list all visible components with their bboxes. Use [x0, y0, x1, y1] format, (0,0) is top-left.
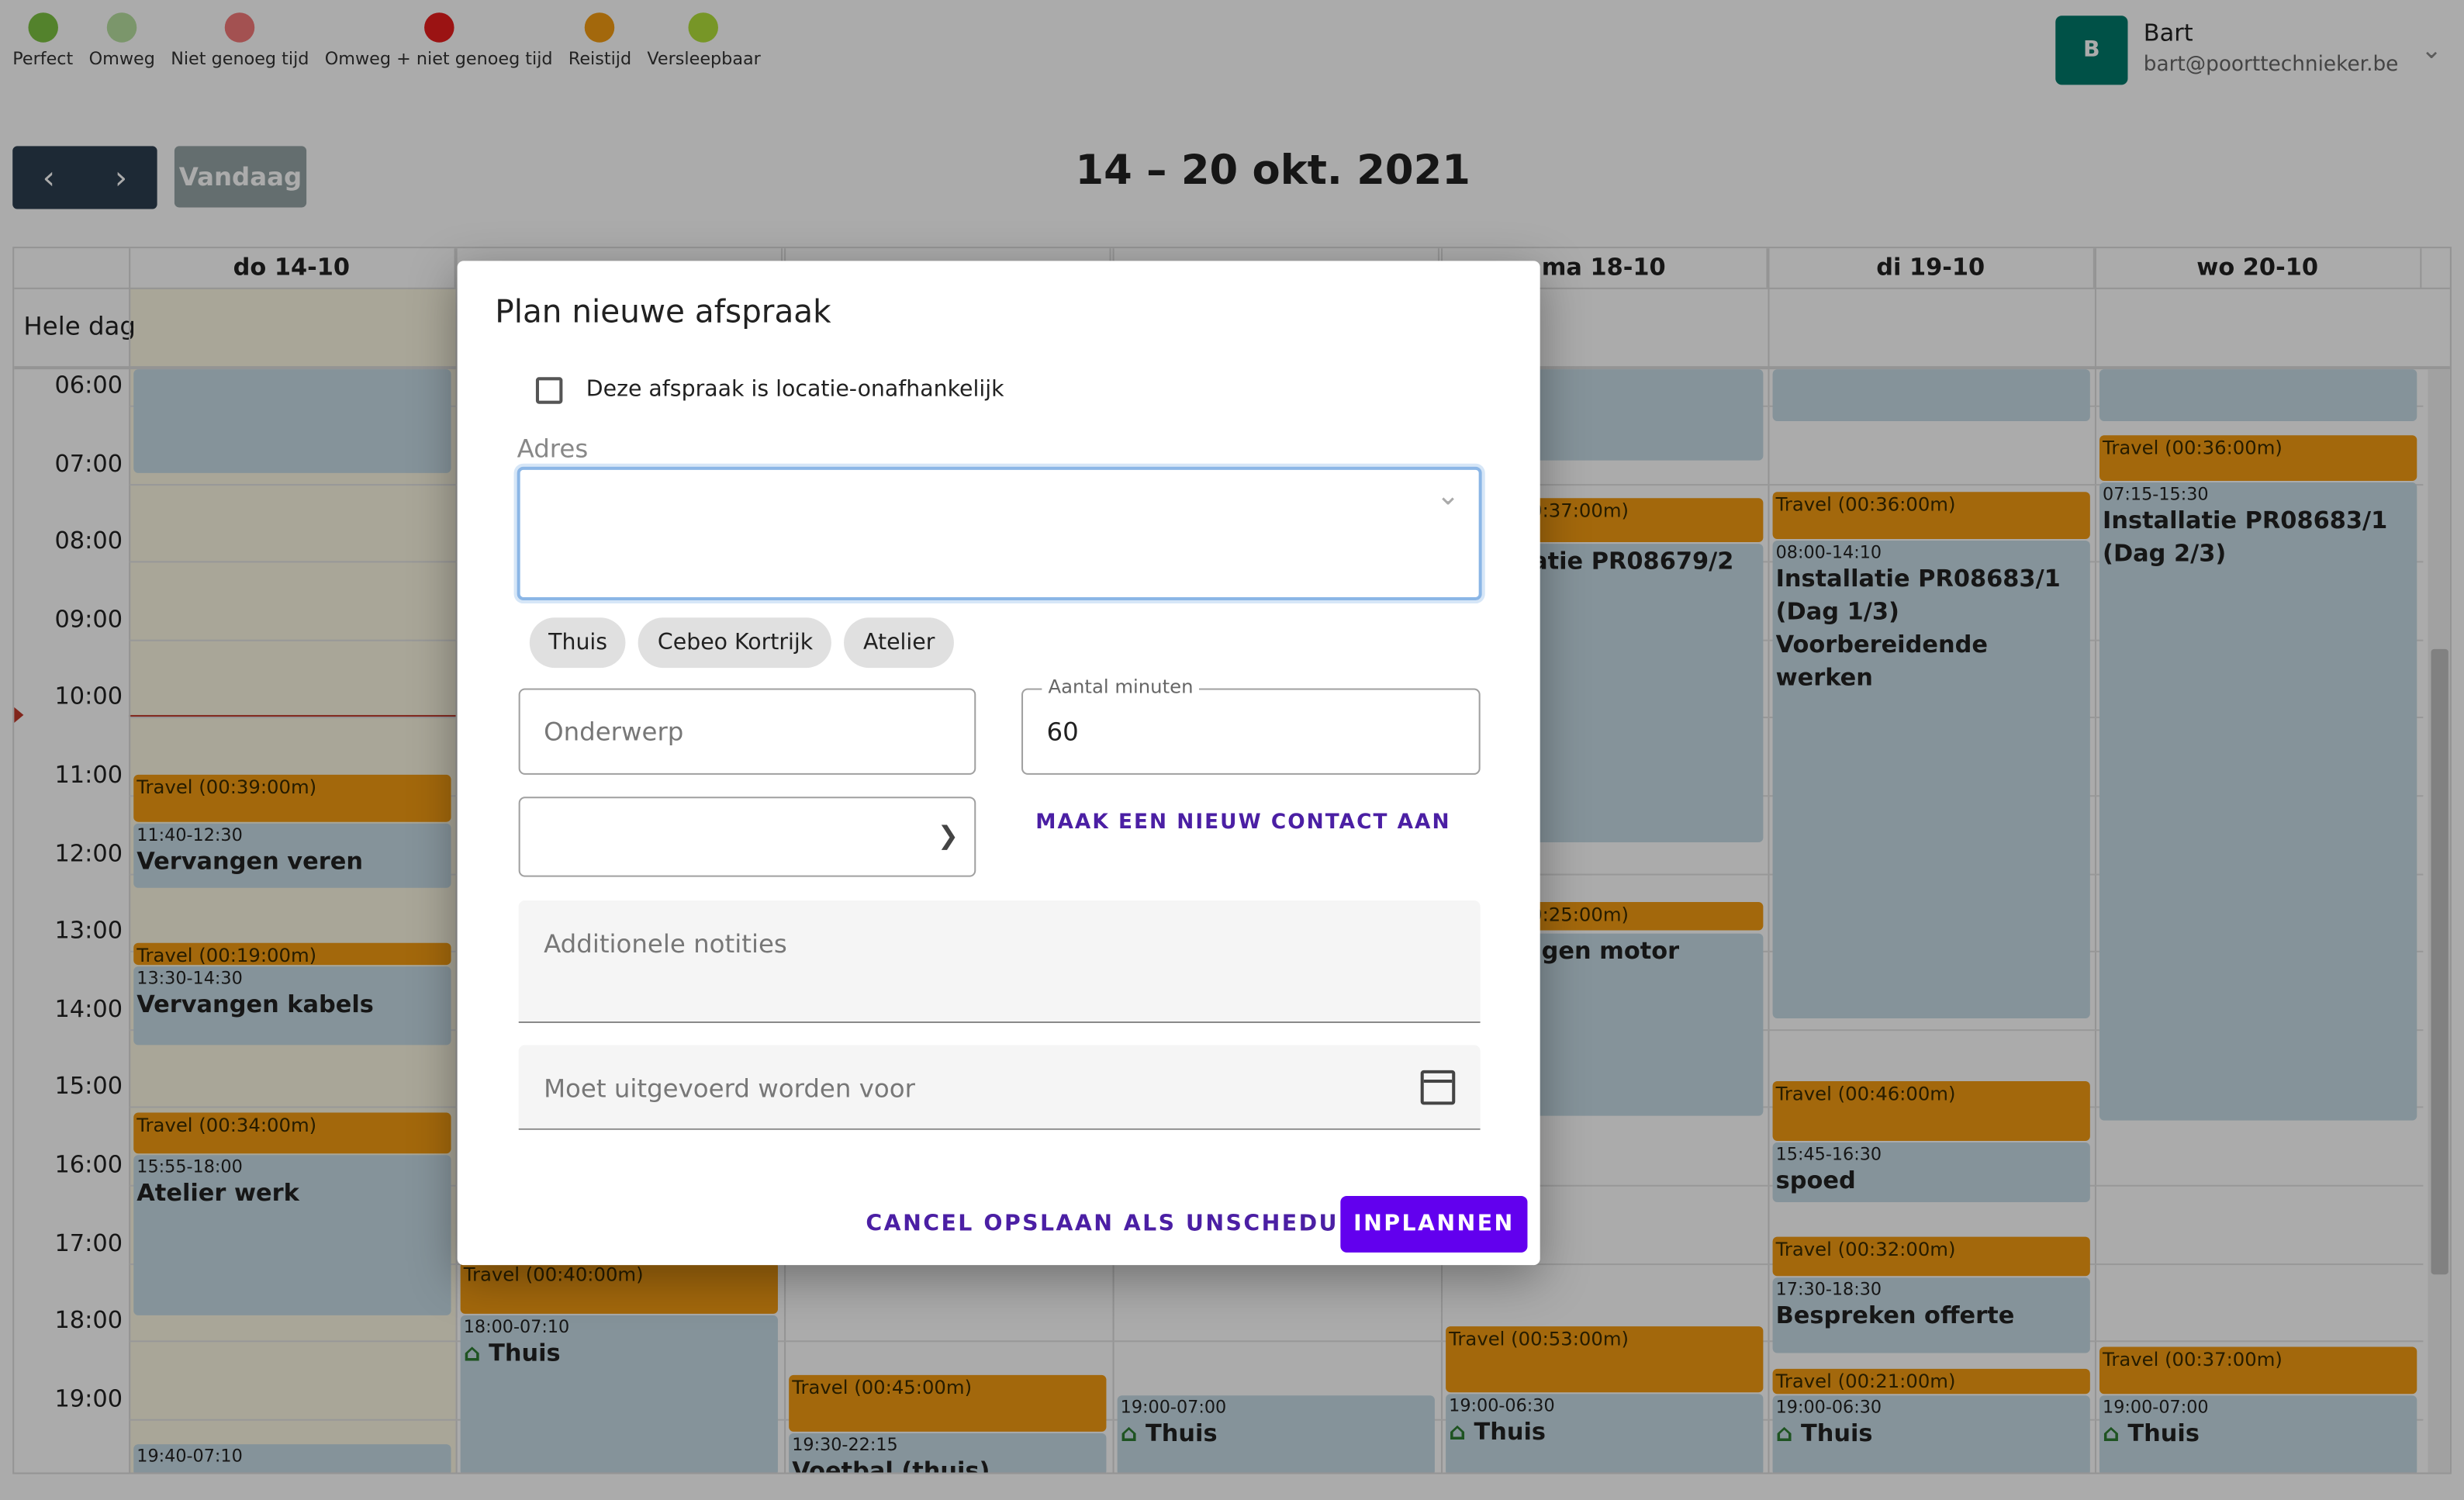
minutes-label: Aantal minuten [1042, 676, 1200, 698]
chevron-down-icon: ❯ [937, 820, 959, 851]
notes-placeholder: Additionele notities [544, 928, 787, 959]
contact-select[interactable]: ❯ [518, 797, 976, 877]
chip-atelier[interactable]: Atelier [844, 617, 954, 669]
new-contact-link[interactable]: MAAK EEN NIEUW CONTACT AAN [1035, 811, 1450, 835]
chevron-down-icon[interactable]: ⌄ [1436, 479, 1460, 513]
notes-textarea[interactable]: Additionele notities [518, 900, 1481, 1024]
schedule-button[interactable]: INPLANNEN [1340, 1195, 1528, 1253]
minutes-input[interactable]: Aantal minuten 60 [1021, 676, 1481, 775]
address-input[interactable]: ⌄ [517, 466, 1482, 601]
deadline-input[interactable]: Moet uitgevoerd worden voor [518, 1045, 1481, 1130]
minutes-value: 60 [1046, 716, 1079, 747]
address-chips: Thuis Cebeo Kortrijk Atelier [529, 617, 954, 669]
subject-input[interactable]: Onderwerp [518, 688, 976, 775]
address-label: Adres [517, 434, 589, 464]
calendar-icon[interactable] [1420, 1070, 1456, 1105]
cancel-button[interactable]: CANCEL [866, 1211, 973, 1236]
chip-cebeo-kortrijk[interactable]: Cebeo Kortrijk [638, 617, 832, 669]
subject-placeholder: Onderwerp [544, 716, 684, 747]
dialog-title: Plan nieuwe afspraak [495, 292, 831, 330]
new-appointment-dialog: Plan nieuwe afspraak Deze afspraak is lo… [457, 261, 1540, 1266]
location-independent-label: Deze afspraak is locatie-onafhankelijk [586, 377, 1004, 403]
deadline-placeholder: Moet uitgevoerd worden voor [544, 1073, 915, 1104]
chip-thuis[interactable]: Thuis [529, 617, 627, 669]
location-independent-checkbox[interactable] [535, 377, 563, 404]
save-unscheduled-button[interactable]: OPSLAAN ALS UNSCHEDULED [983, 1211, 1391, 1236]
